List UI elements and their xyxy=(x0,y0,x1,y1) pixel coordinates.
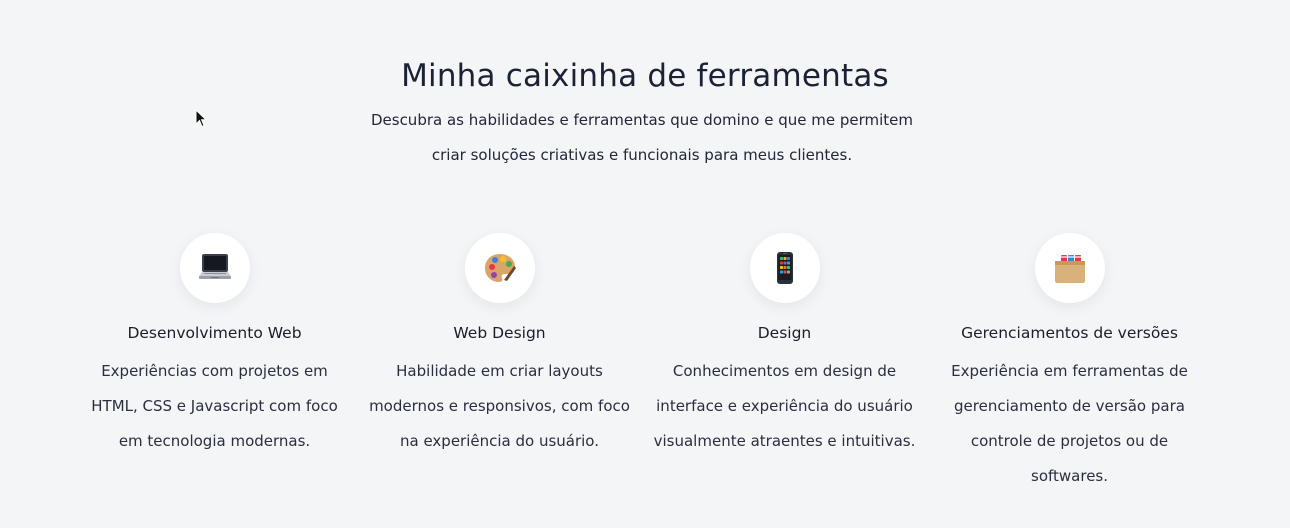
mobile-phone-icon xyxy=(776,252,793,284)
skill-card-web-design: Web Design Habilidade em criar layouts m… xyxy=(357,233,642,494)
skill-card-title: Web Design xyxy=(453,324,546,342)
skill-card-design: Design Conhecimentos em design de interf… xyxy=(642,233,927,494)
skill-card-web-development: Desenvolvimento Web Experiências com pro… xyxy=(72,233,357,494)
skill-card-title: Desenvolvimento Web xyxy=(127,324,302,342)
mouse-cursor-icon xyxy=(195,109,207,128)
skill-card-title: Gerenciamentos de versões xyxy=(961,324,1178,342)
laptop-icon xyxy=(198,254,231,279)
skill-card-description: Experiência em ferramentas de gerenciame… xyxy=(951,362,1188,485)
icon-circle xyxy=(464,233,535,303)
tools-section: Minha caixinha de ferramentas Descubra a… xyxy=(0,0,1290,528)
skill-card-title: Design xyxy=(757,324,812,342)
skill-card-description: Habilidade em criar layouts modernos e r… xyxy=(369,362,630,450)
skill-card-description: Experiências com projetos em HTML, CSS e… xyxy=(91,362,338,450)
card-file-box-icon xyxy=(1054,255,1085,283)
skill-card-description: Conhecimentos em design de interface e e… xyxy=(653,362,916,450)
icon-circle xyxy=(749,233,820,303)
skills-cards: Desenvolvimento Web Experiências com pro… xyxy=(72,233,1212,494)
skill-card-version-control: Gerenciamentos de versões Experiência em… xyxy=(927,233,1212,494)
section-subtitle: Descubra as habilidades e ferramentas qu… xyxy=(370,111,914,164)
palette-icon xyxy=(484,254,516,282)
icon-circle xyxy=(1034,233,1105,303)
icon-circle xyxy=(179,233,250,303)
section-title: Minha caixinha de ferramentas xyxy=(401,58,889,94)
